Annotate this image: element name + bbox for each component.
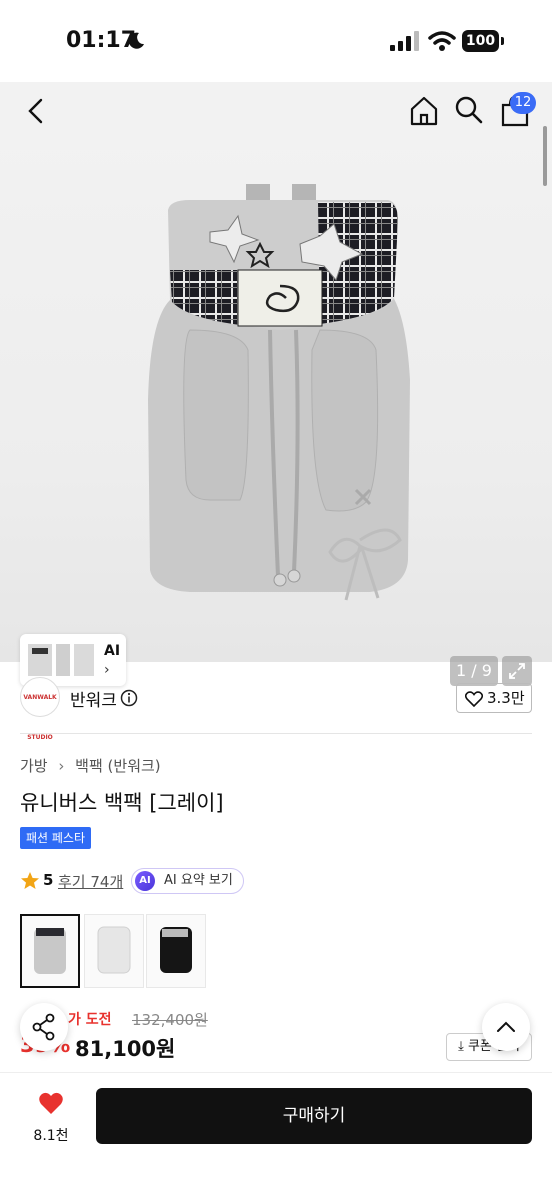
rating-value: 5 <box>43 871 54 889</box>
back-arrow-icon[interactable] <box>24 96 48 126</box>
wishlist-count: 8.1천 <box>33 1128 69 1144</box>
price-section: 가 도전 132,400원 39% 81,100원 ⤓ 쿠폰 받기 <box>20 1005 532 1065</box>
search-icon[interactable] <box>454 95 484 125</box>
ai-summary-button[interactable]: AI AI 요약 보기 <box>131 868 244 894</box>
product-page: 01:17 100 AI › 1 / 9 12 VANWALK STUDIO 반… <box>0 0 552 1200</box>
variant-white-image <box>97 926 131 974</box>
chevron-right-icon: › <box>58 757 65 775</box>
info-icon[interactable] <box>120 689 138 707</box>
status-bar: 01:17 100 <box>0 0 552 82</box>
share-button[interactable] <box>20 1003 68 1051</box>
cart-count-badge: 12 <box>510 92 536 114</box>
download-icon: ⤓ <box>458 1039 464 1054</box>
original-price: 132,400원 <box>132 1011 208 1029</box>
product-image[interactable]: AI › 1 / 9 <box>0 40 552 686</box>
variant-black[interactable] <box>146 914 206 988</box>
ai-label: AI <box>104 643 121 659</box>
heart-outline-icon <box>465 691 483 707</box>
thumbnail-previews <box>28 644 94 676</box>
brand-name[interactable]: 반워크 <box>70 686 117 711</box>
product-title: 유니버스 백팩 [그레이] <box>20 791 224 815</box>
wishlist-button[interactable]: 8.1천 <box>26 1091 76 1147</box>
star-icon <box>21 872 39 889</box>
home-icon[interactable] <box>408 95 440 127</box>
ai-icon: AI <box>135 871 155 891</box>
scroll-top-button[interactable] <box>482 1003 530 1051</box>
price-challenge-label: 가 도전 <box>68 1012 112 1028</box>
variant-black-image <box>160 927 192 973</box>
divider <box>20 733 532 734</box>
buy-button[interactable]: 구매하기 <box>96 1088 532 1144</box>
event-badge: 패션 페스타 <box>20 827 92 849</box>
sale-price: 81,100원 <box>75 1037 176 1061</box>
signal-icon <box>390 31 419 51</box>
battery-level: 100 <box>462 30 499 52</box>
color-variants <box>20 914 220 988</box>
chevron-right-icon: › <box>104 662 110 678</box>
variant-white[interactable] <box>84 914 144 988</box>
ai-summary-label: AI 요약 보기 <box>164 873 233 888</box>
brand-like-count: 3.3만 <box>487 689 525 707</box>
variant-gray-image <box>34 928 66 974</box>
variant-gray[interactable] <box>20 914 80 988</box>
expand-icon <box>509 663 525 679</box>
expand-button[interactable] <box>502 656 532 686</box>
breadcrumb-item-bag[interactable]: 가방 <box>20 755 48 776</box>
scroll-indicator[interactable] <box>543 126 547 186</box>
brand-logo[interactable]: VANWALK STUDIO <box>20 677 60 741</box>
brand-like-button[interactable]: 3.3만 <box>456 683 532 713</box>
chevron-up-icon <box>497 1021 515 1032</box>
bottom-purchase-bar: 8.1천 구매하기 <box>0 1072 552 1200</box>
backpack-image <box>148 184 410 601</box>
moon-icon <box>128 32 144 49</box>
image-pager: 1 / 9 <box>450 656 498 686</box>
breadcrumb: 가방 › 백팩 (반워크) <box>20 755 161 776</box>
rating-row: 5 후기 74개 AI AI 요약 보기 <box>20 868 420 894</box>
wifi-icon <box>428 31 456 51</box>
review-count-link[interactable]: 후기 74개 <box>58 871 123 892</box>
share-icon <box>32 1013 55 1041</box>
heart-filled-icon <box>39 1092 63 1114</box>
battery-icon: 100 <box>462 30 504 52</box>
breadcrumb-item-backpack[interactable]: 백팩 (반워크) <box>75 755 160 776</box>
